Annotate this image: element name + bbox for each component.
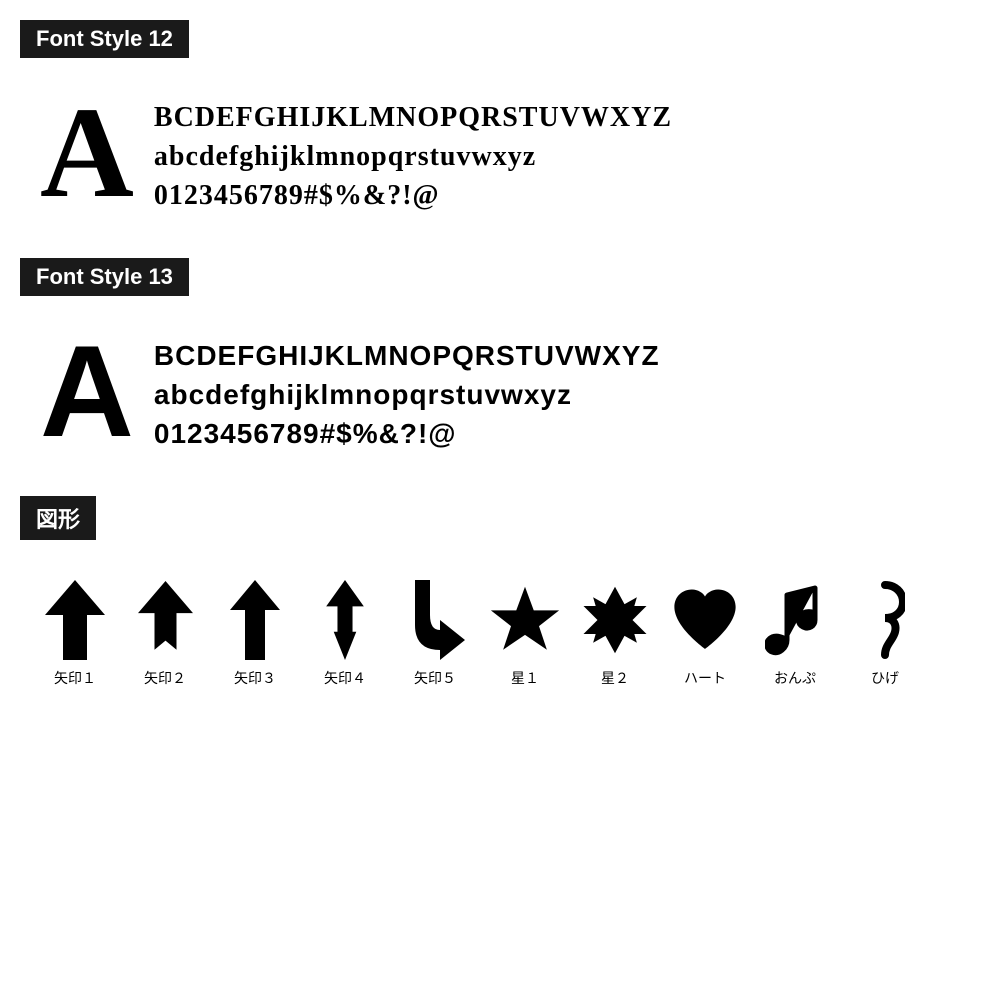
shape-yazirushi3: 矢印３ xyxy=(210,580,300,688)
hoshi1-label: 星１ xyxy=(511,668,539,688)
yazirushi2-label: 矢印２ xyxy=(144,668,186,688)
shape-onpu: おんぷ xyxy=(750,580,840,688)
shape-hoshi1: 星１ xyxy=(480,580,570,688)
shape-hoshi2: 星２ xyxy=(570,580,660,688)
yazirushi4-icon xyxy=(310,580,380,660)
hige-icon xyxy=(850,580,920,660)
font-style-13-line2: abcdefghijklmnopqrstuvwxyz xyxy=(154,375,660,414)
shape-yazirushi4: 矢印４ xyxy=(300,580,390,688)
font-style-12-big-letter: A xyxy=(40,88,134,218)
font-style-13-line1: BCDEFGHIJKLMNOPQRSTUVWXYZ xyxy=(154,336,660,375)
shape-yazirushi5: 矢印５ xyxy=(390,580,480,688)
shape-yazirushi2: 矢印２ xyxy=(120,580,210,688)
font-style-12-section: Font Style 12 A BCDEFGHIJKLMNOPQRSTUVWXY… xyxy=(20,20,980,228)
shape-heart: ハート xyxy=(660,580,750,688)
yazirushi1-label: 矢印１ xyxy=(54,668,96,688)
font-style-12-line3: 0123456789#$%&?!@ xyxy=(154,176,672,215)
font-style-13-line3: 0123456789#$%&?!@ xyxy=(154,414,660,453)
yazirushi5-label: 矢印５ xyxy=(414,668,456,688)
yazirushi5-icon xyxy=(400,580,470,660)
yazirushi4-label: 矢印４ xyxy=(324,668,366,688)
font-style-13-header: Font Style 13 xyxy=(20,258,189,296)
yazirushi2-icon xyxy=(130,580,200,660)
font-style-13-big-letter: A xyxy=(40,326,134,456)
font-style-12-line2: abcdefghijklmnopqrstuvwxyz xyxy=(154,137,672,176)
font-style-12-line1: BCDEFGHIJKLMNOPQRSTUVWXYZ xyxy=(154,98,672,137)
hoshi2-label: 星２ xyxy=(601,668,629,688)
shapes-grid: 矢印１ 矢印２ 矢印３ xyxy=(20,560,980,688)
font-style-13-section: Font Style 13 A BCDEFGHIJKLMNOPQRSTUVWXY… xyxy=(20,258,980,466)
heart-icon xyxy=(670,580,740,660)
font-style-12-demo: A BCDEFGHIJKLMNOPQRSTUVWXYZ abcdefghijkl… xyxy=(20,78,980,228)
shape-hige: ひげ xyxy=(840,580,930,688)
yazirushi3-icon xyxy=(220,580,290,660)
hoshi1-icon xyxy=(490,580,560,660)
onpu-icon xyxy=(760,580,830,660)
heart-label: ハート xyxy=(684,668,726,688)
font-style-12-chars: BCDEFGHIJKLMNOPQRSTUVWXYZ abcdefghijklmn… xyxy=(154,88,672,216)
onpu-label: おんぷ xyxy=(774,668,816,688)
yazirushi3-label: 矢印３ xyxy=(234,668,276,688)
shapes-section: 図形 矢印１ 矢印２ xyxy=(20,496,980,688)
shapes-header: 図形 xyxy=(20,496,96,540)
yazirushi1-icon xyxy=(40,580,110,660)
font-style-13-demo: A BCDEFGHIJKLMNOPQRSTUVWXYZ abcdefghijkl… xyxy=(20,316,980,466)
shape-yazirushi1: 矢印１ xyxy=(30,580,120,688)
font-style-12-header: Font Style 12 xyxy=(20,20,189,58)
font-style-13-chars: BCDEFGHIJKLMNOPQRSTUVWXYZ abcdefghijklmn… xyxy=(154,326,660,454)
hige-label: ひげ xyxy=(871,668,899,688)
hoshi2-icon xyxy=(580,580,650,660)
